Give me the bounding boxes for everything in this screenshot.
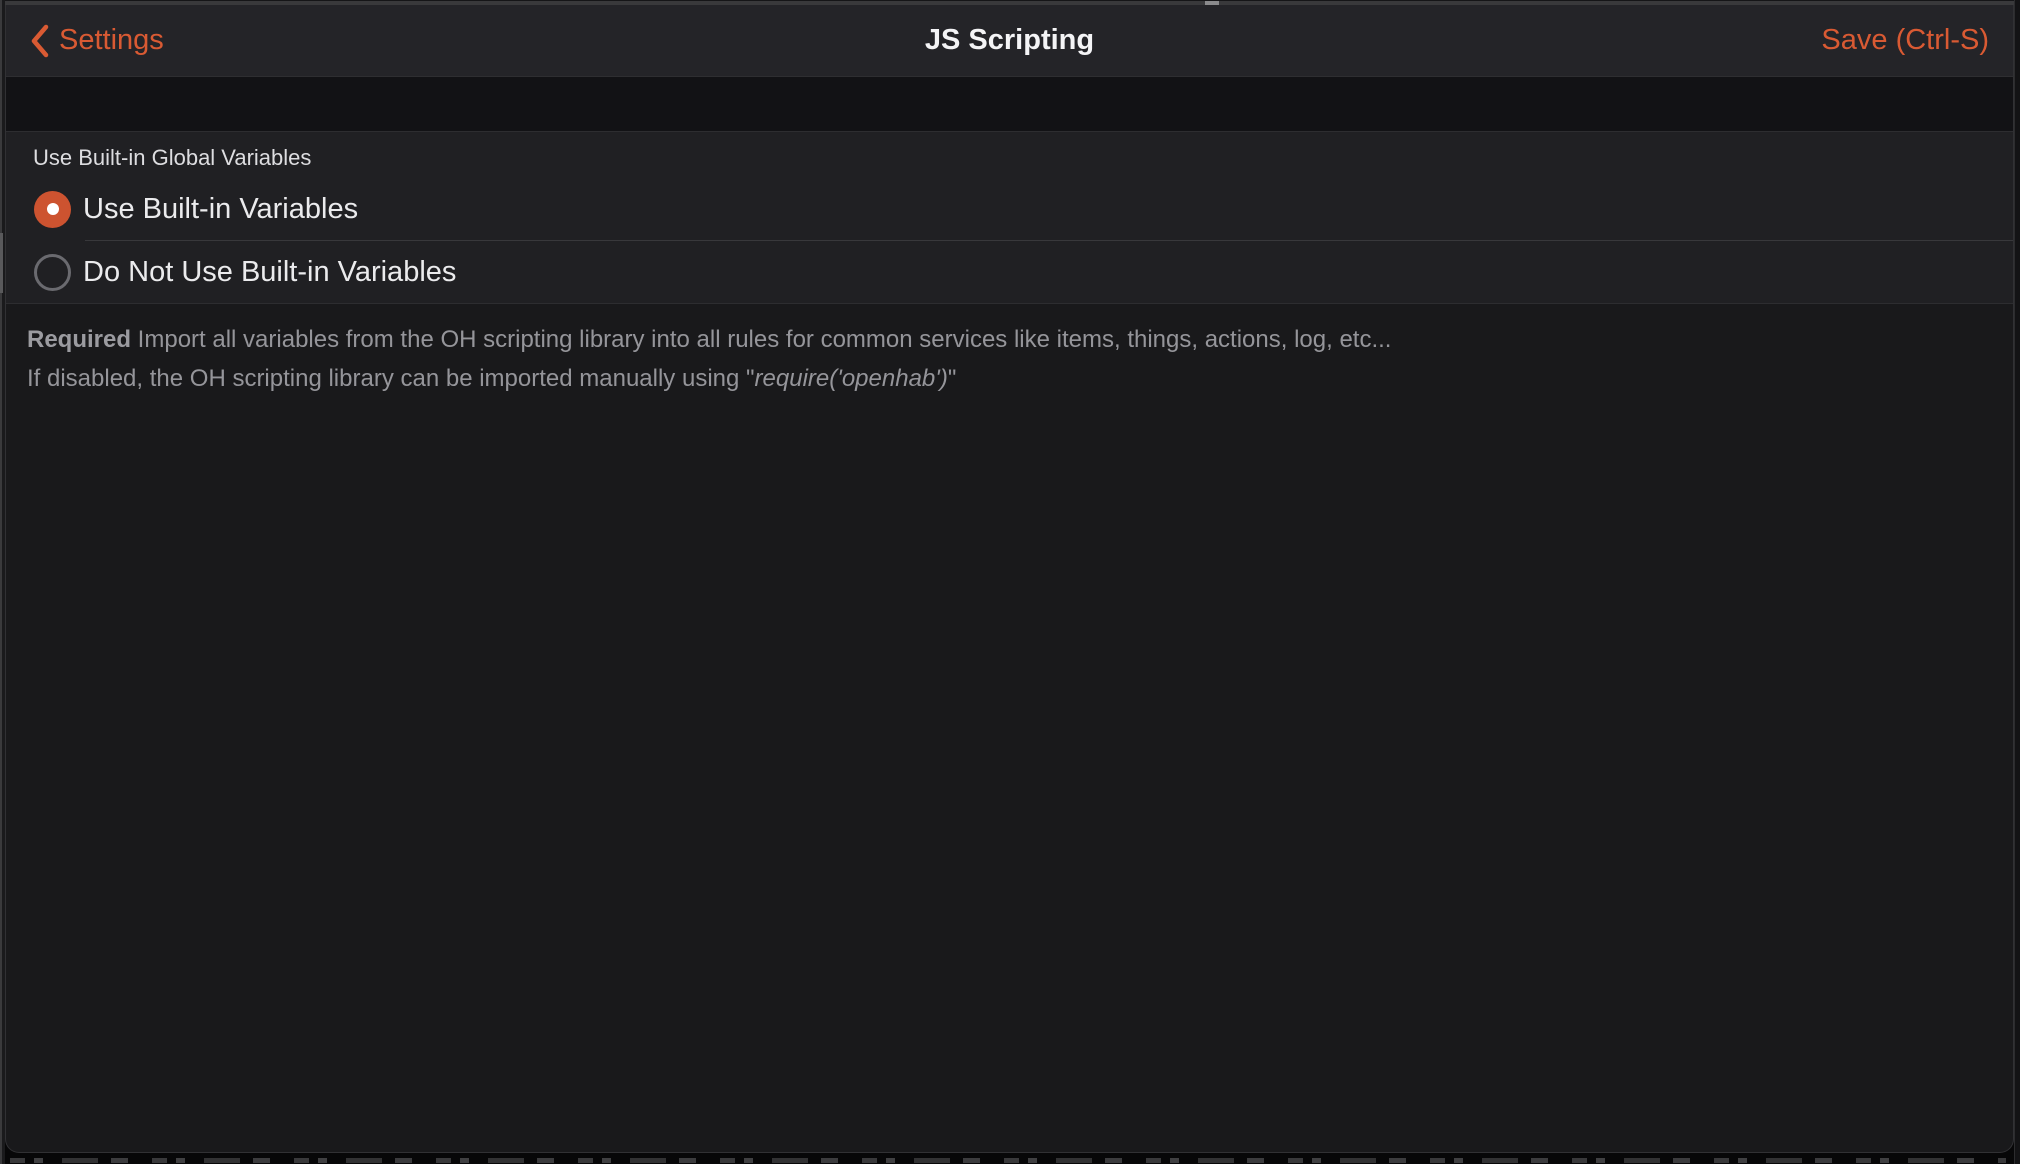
description-line-1: Required Import all variables from the O… — [27, 320, 1953, 359]
radio-option-label: Use Built-in Variables — [83, 193, 358, 226]
back-button-label: Settings — [59, 24, 164, 57]
radio-option-use-builtin-variables[interactable]: Use Built-in Variables — [6, 178, 2013, 240]
save-button[interactable]: Save (Ctrl-S) — [1821, 24, 1989, 57]
setting-group-label: Use Built-in Global Variables — [33, 144, 2013, 172]
required-badge-text: Required — [27, 326, 131, 353]
description-line-2: If disabled, the OH scripting library ca… — [27, 359, 1953, 398]
navbar: Settings JS Scripting Save (Ctrl-S) — [6, 5, 2013, 77]
background-window-right-edge — [2014, 0, 2020, 1164]
description-code-snippet: require('openhab') — [755, 365, 948, 392]
radio-unselected-icon[interactable] — [34, 254, 71, 291]
background-window-text-fragments — [10, 1158, 2006, 1163]
description-line-2-text: If disabled, the OH scripting library ca… — [27, 365, 755, 392]
description-line-1-text: Import all variables from the OH scripti… — [131, 326, 1391, 353]
js-scripting-settings-page: Settings JS Scripting Save (Ctrl-S) Use … — [5, 5, 2014, 1153]
radio-option-do-not-use-builtin-variables[interactable]: Do Not Use Built-in Variables — [6, 241, 2013, 303]
radio-selected-icon[interactable] — [34, 191, 71, 228]
chevron-left-icon — [30, 24, 50, 58]
description-line-2-closing-quote: " — [948, 365, 957, 392]
builtin-variables-setting-group: Use Built-in Global Variables Use Built-… — [6, 131, 2013, 304]
setting-description: Required Import all variables from the O… — [6, 304, 2013, 398]
back-button[interactable]: Settings — [30, 24, 164, 58]
navbar-gap — [6, 77, 2013, 131]
background-window-left-notch — [0, 233, 3, 293]
radio-option-label: Do Not Use Built-in Variables — [83, 256, 456, 289]
page-empty-area — [6, 398, 2013, 1152]
page-title: JS Scripting — [6, 24, 2013, 57]
